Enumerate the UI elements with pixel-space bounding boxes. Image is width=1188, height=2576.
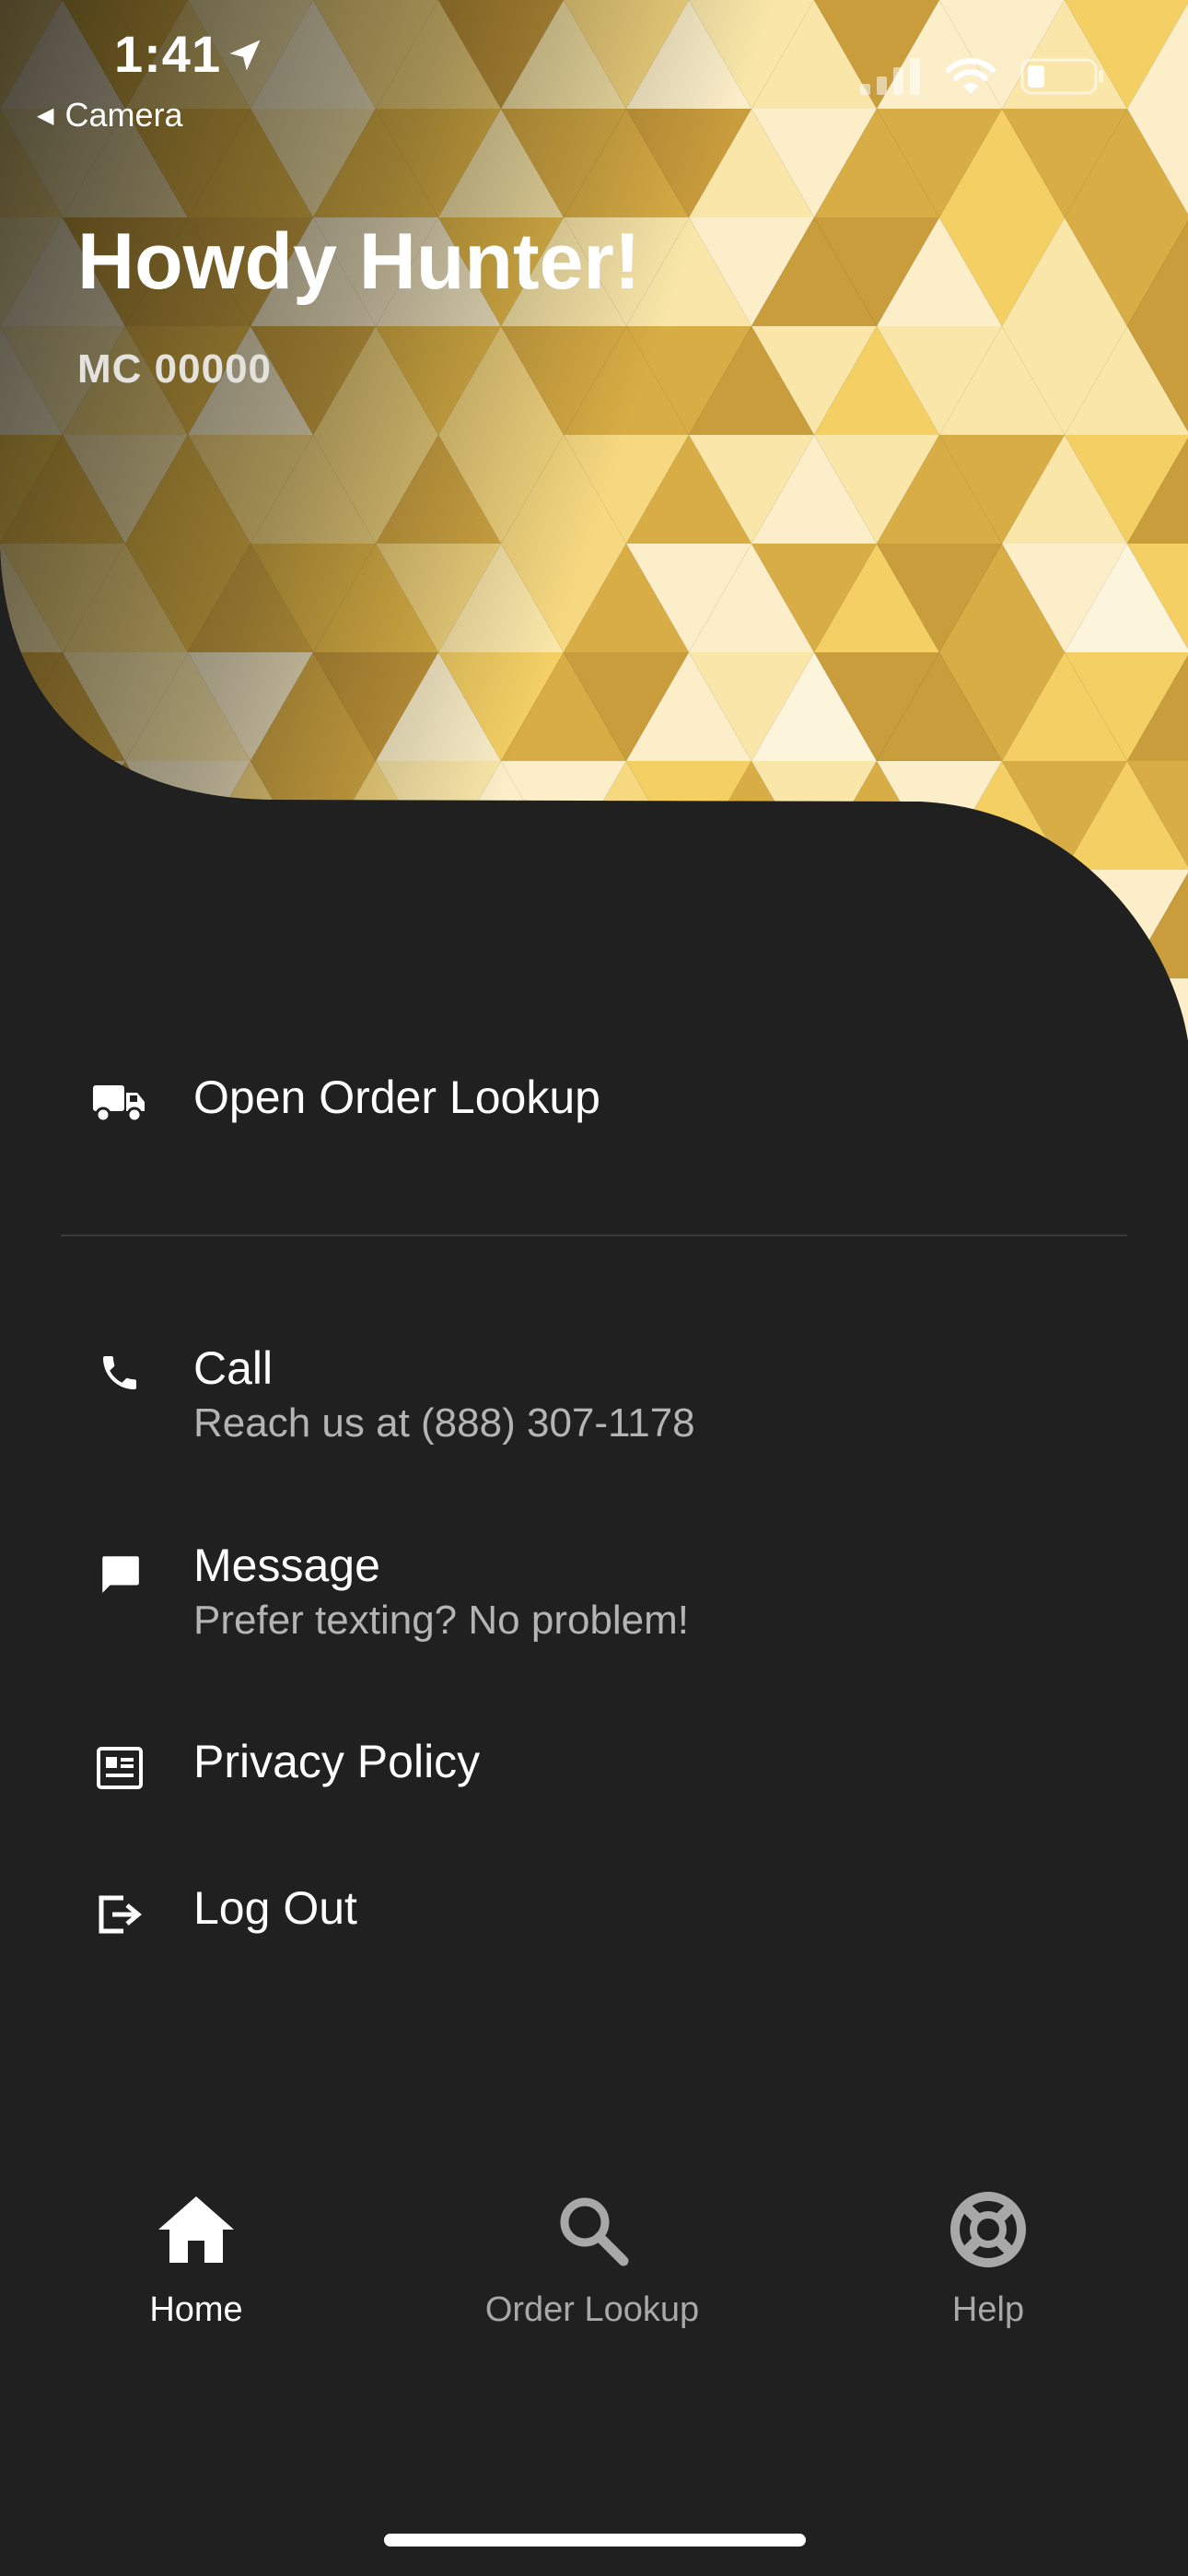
tab-home[interactable]: Home bbox=[30, 2184, 362, 2330]
status-time: 1:41 bbox=[114, 25, 222, 83]
pattern-triangle bbox=[751, 870, 877, 978]
pattern-triangle bbox=[689, 870, 814, 978]
pattern-triangle bbox=[1002, 978, 1127, 1041]
pattern-triangle bbox=[0, 870, 125, 978]
pattern-triangle bbox=[188, 870, 313, 978]
pattern-triangle bbox=[564, 870, 689, 978]
menu-item-label: Call bbox=[193, 1342, 274, 1394]
menu-item-subtitle: Reach us at (888) 307-1178 bbox=[193, 1400, 695, 1446]
menu-item-label: Log Out bbox=[193, 1882, 357, 1934]
pattern-triangle bbox=[188, 978, 313, 1041]
pattern-triangle bbox=[626, 870, 751, 978]
pattern-triangle bbox=[877, 870, 1002, 978]
pattern-triangle bbox=[751, 978, 877, 1041]
pattern-triangle bbox=[376, 870, 501, 978]
menu-divider bbox=[61, 1235, 1127, 1236]
logout-icon bbox=[92, 1887, 147, 1942]
tab-label: Order Lookup bbox=[484, 2290, 700, 2329]
chat-icon bbox=[92, 1546, 147, 1601]
search-icon bbox=[426, 2184, 758, 2276]
document-icon bbox=[92, 1740, 147, 1796]
tab-label: Home bbox=[149, 2290, 243, 2329]
cellular-signal-icon bbox=[860, 58, 920, 95]
pattern-triangle bbox=[0, 978, 125, 1041]
pattern-triangle bbox=[438, 978, 564, 1041]
pattern-triangle bbox=[939, 978, 1065, 1041]
menu-item-label: Message bbox=[193, 1540, 380, 1591]
pattern-triangle bbox=[501, 870, 626, 978]
pattern-triangle bbox=[313, 978, 438, 1041]
wifi-icon bbox=[946, 58, 996, 94]
pattern-triangle bbox=[376, 978, 501, 1041]
pattern-triangle bbox=[877, 978, 1002, 1041]
pattern-triangle bbox=[0, 761, 125, 870]
pattern-triangle bbox=[438, 870, 564, 978]
pattern-triangle bbox=[814, 870, 939, 978]
tab-label: Help bbox=[951, 2290, 1025, 2329]
pattern-triangle bbox=[0, 978, 63, 1041]
pattern-triangle bbox=[63, 870, 188, 978]
greeting-title: Howdy Hunter! bbox=[77, 217, 641, 306]
pattern-triangle bbox=[814, 978, 939, 1041]
account-id: MC 00000 bbox=[77, 346, 273, 392]
location-arrow-icon bbox=[229, 40, 261, 71]
pattern-triangle bbox=[313, 870, 438, 978]
pattern-triangle bbox=[125, 978, 250, 1041]
pattern-triangle bbox=[689, 978, 814, 1041]
pattern-triangle bbox=[63, 978, 188, 1041]
back-link-label: Camera bbox=[64, 96, 183, 134]
pattern-triangle bbox=[626, 978, 751, 1041]
bottom-tab-bar: Home Order Lookup Help bbox=[0, 2184, 1188, 2368]
menu-item-label: Privacy Policy bbox=[193, 1736, 481, 1787]
home-icon bbox=[30, 2184, 362, 2276]
pattern-triangle bbox=[501, 978, 626, 1041]
back-to-camera-link[interactable]: ◀ Camera bbox=[37, 96, 183, 135]
phone-icon bbox=[92, 1345, 147, 1400]
status-indicators bbox=[860, 57, 1105, 96]
tab-help[interactable]: Help bbox=[822, 2184, 1154, 2330]
menu-item-subtitle: Prefer texting? No problem! bbox=[193, 1598, 690, 1643]
pattern-triangle bbox=[564, 978, 689, 1041]
home-indicator bbox=[384, 2534, 806, 2547]
pattern-triangle bbox=[1065, 978, 1188, 1041]
menu-item-label: Open Order Lookup bbox=[193, 1071, 600, 1123]
pattern-triangle bbox=[0, 870, 63, 978]
pattern-triangle bbox=[939, 870, 1065, 978]
pattern-triangle bbox=[0, 761, 63, 870]
tab-order-lookup[interactable]: Order Lookup bbox=[426, 2184, 758, 2330]
truck-icon bbox=[92, 1074, 147, 1130]
pattern-triangle bbox=[125, 870, 250, 978]
battery-icon bbox=[1020, 58, 1103, 95]
back-triangle-icon: ◀ bbox=[37, 102, 54, 128]
lifebuoy-icon bbox=[822, 2184, 1154, 2276]
pattern-triangle bbox=[250, 978, 376, 1041]
header-pattern bbox=[0, 0, 1188, 1041]
pattern-triangle bbox=[250, 870, 376, 978]
